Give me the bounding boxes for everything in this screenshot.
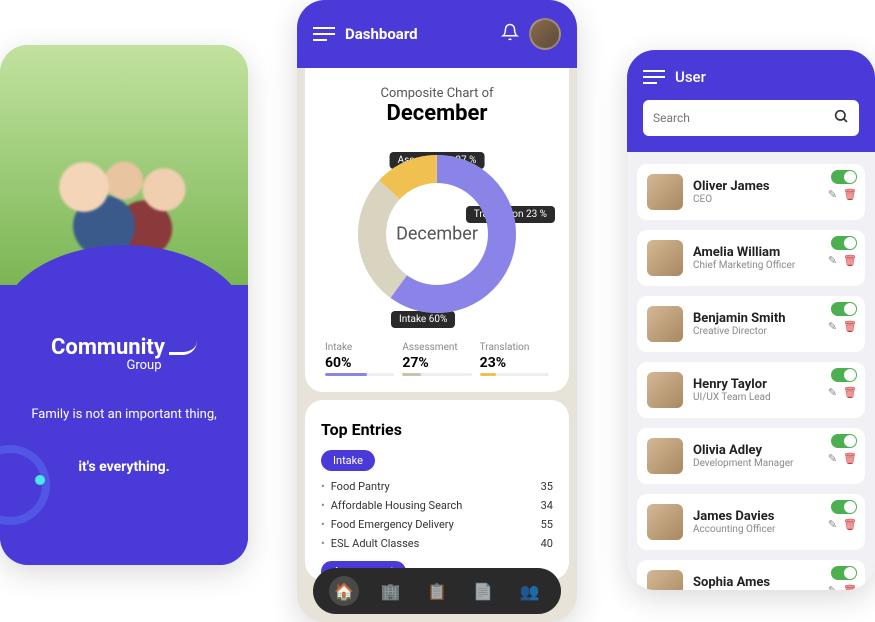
app-logo-subtitle: Group xyxy=(60,358,228,373)
page-indicator[interactable] xyxy=(20,558,228,566)
active-toggle[interactable] xyxy=(831,302,857,316)
user-avatar xyxy=(647,240,683,276)
users-screen: User Oliver JamesCEO✎🗑Amelia WilliamChie… xyxy=(627,50,875,590)
nav-building-icon[interactable]: 🏢 xyxy=(376,576,406,606)
chart-card: Composite Chart of December Assessment 2… xyxy=(305,68,569,392)
active-toggle[interactable] xyxy=(831,434,857,448)
edit-icon[interactable]: ✎ xyxy=(828,518,837,531)
top-entries-card: Top Entries Intake •Food Pantry35•Afford… xyxy=(305,400,569,580)
entry-row[interactable]: •Food Pantry35 xyxy=(321,477,553,496)
delete-icon[interactable]: 🗑 xyxy=(843,584,857,590)
chart-supertitle: Composite Chart of xyxy=(321,86,553,101)
nav-users-icon[interactable]: 👥 xyxy=(515,576,545,606)
edit-icon[interactable]: ✎ xyxy=(828,386,837,399)
menu-icon[interactable] xyxy=(643,76,665,78)
user-avatar[interactable] xyxy=(529,18,561,50)
search-input[interactable] xyxy=(653,111,833,125)
edit-icon[interactable]: ✎ xyxy=(828,452,837,465)
edit-icon[interactable]: ✎ xyxy=(828,320,837,333)
bottom-nav: 🏠 🏢 📋 📄 👥 xyxy=(313,568,561,614)
user-card[interactable]: Benjamin SmithCreative Director✎🗑 xyxy=(637,296,865,352)
delete-icon[interactable]: 🗑 xyxy=(843,254,857,267)
user-list: Oliver JamesCEO✎🗑Amelia WilliamChief Mar… xyxy=(627,152,875,590)
tagline-line2: it's everything. xyxy=(20,457,228,478)
donut-center-label: December xyxy=(396,224,478,245)
user-avatar xyxy=(647,504,683,540)
user-card[interactable]: James DaviesAccounting Officer✎🗑 xyxy=(637,494,865,550)
dashboard-screen: Dashboard Composite Chart of December As… xyxy=(297,0,577,622)
delete-icon[interactable]: 🗑 xyxy=(843,386,857,399)
donut-chart: December xyxy=(352,149,522,319)
user-card[interactable]: Amelia WilliamChief Marketing Officer✎🗑 xyxy=(637,230,865,286)
dashboard-header: Dashboard xyxy=(297,0,577,68)
edit-icon[interactable]: ✎ xyxy=(828,188,837,201)
delete-icon[interactable]: 🗑 xyxy=(843,518,857,531)
user-card[interactable]: Sophia AmesArea Manager✎🗑 xyxy=(637,560,865,590)
nav-clipboard-icon[interactable]: 📋 xyxy=(422,576,452,606)
user-avatar xyxy=(647,438,683,474)
delete-icon[interactable]: 🗑 xyxy=(843,320,857,333)
chart-legend: Intake60% Assessment27% Translation23% xyxy=(321,342,553,376)
edit-icon[interactable]: ✎ xyxy=(828,254,837,267)
active-toggle[interactable] xyxy=(831,368,857,382)
entry-row[interactable]: •ESL Adult Classes40 xyxy=(321,534,553,553)
delete-icon[interactable]: 🗑 xyxy=(843,188,857,201)
page-title: Dashboard xyxy=(345,25,491,43)
user-card[interactable]: Olivia AdleyDevelopment Manager✎🗑 xyxy=(637,428,865,484)
user-avatar xyxy=(647,372,683,408)
user-card[interactable]: Oliver JamesCEO✎🗑 xyxy=(637,164,865,220)
edit-icon[interactable]: ✎ xyxy=(828,584,837,590)
users-header: User xyxy=(627,50,875,152)
user-avatar xyxy=(647,174,683,210)
search-field[interactable] xyxy=(643,100,859,136)
nav-home-icon[interactable]: 🏠 xyxy=(329,576,359,606)
top-entries-heading: Top Entries xyxy=(321,416,553,449)
menu-icon[interactable] xyxy=(313,33,335,35)
active-toggle[interactable] xyxy=(831,236,857,250)
intake-pill: Intake xyxy=(321,450,375,471)
active-toggle[interactable] xyxy=(831,500,857,514)
active-toggle[interactable] xyxy=(831,170,857,184)
page-title: User xyxy=(675,68,706,86)
active-toggle[interactable] xyxy=(831,566,857,580)
user-avatar xyxy=(647,570,683,590)
splash-screen: Community Group Family is not an importa… xyxy=(0,45,248,565)
user-card[interactable]: Henry TaylorUI/UX Team Lead✎🗑 xyxy=(637,362,865,418)
user-avatar xyxy=(647,306,683,342)
app-logo: Community xyxy=(20,335,228,360)
entry-row[interactable]: •Affordable Housing Search34 xyxy=(321,496,553,515)
nav-document-icon[interactable]: 📄 xyxy=(468,576,498,606)
chart-title: December xyxy=(321,101,553,126)
tagline-line1: Family is not an important thing, xyxy=(20,405,228,425)
search-icon[interactable] xyxy=(833,108,849,128)
bell-icon[interactable] xyxy=(501,23,519,46)
delete-icon[interactable]: 🗑 xyxy=(843,452,857,465)
entry-row[interactable]: •Food Emergency Delivery55 xyxy=(321,515,553,534)
